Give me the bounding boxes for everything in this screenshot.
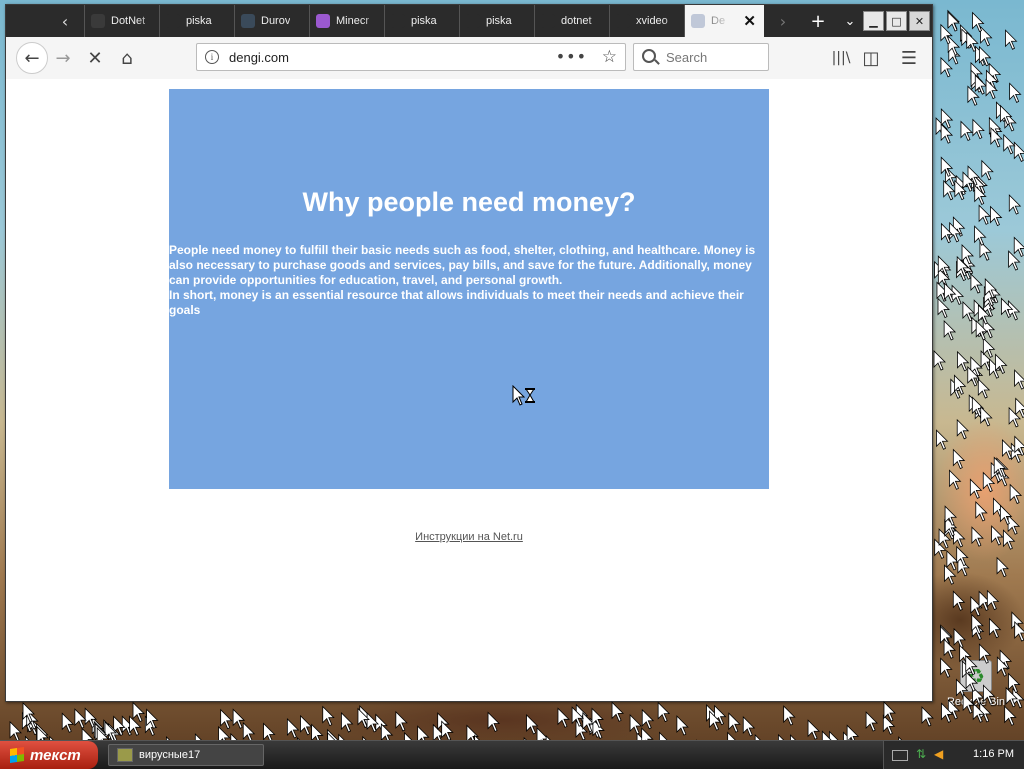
browser-tab[interactable]: dotnet <box>534 5 609 37</box>
windows-logo-icon <box>10 747 24 763</box>
tab-title: piska <box>486 15 512 27</box>
minimize-button[interactable]: ▁ <box>863 11 884 31</box>
close-icon: ✕ <box>914 14 925 28</box>
tab-strip: DotNet piska Durov Minecr piska piska dotnet xv… <box>84 5 764 37</box>
tab-favicon-icon <box>166 14 180 28</box>
navigation-toolbar: ← → ✕ ⌂ i dengi.com ••• ☆ Search |||\ ◫ … <box>6 37 932 80</box>
new-tab-button[interactable]: + <box>802 5 834 37</box>
address-bar[interactable]: i dengi.com ••• ☆ <box>196 43 626 71</box>
tab-bar-spacer <box>6 5 46 37</box>
minimize-icon: ▁ <box>869 14 878 28</box>
plus-icon: + <box>810 10 826 32</box>
library-icon: |||\ <box>831 50 851 66</box>
home-button[interactable]: ⌂ <box>114 45 140 71</box>
hero-panel: Why people need money? People need money… <box>169 89 769 489</box>
taskbar: текст вирусные17 ⇅ ◀ 1:16 PM <box>0 740 1024 769</box>
tab-favicon-icon <box>316 14 330 28</box>
back-button[interactable]: ← <box>16 42 48 74</box>
hero-text: People need money to fulfill their basic… <box>169 243 765 318</box>
window-controls: ▁ □ ✕ <box>863 11 930 31</box>
sidebar-toggle-button[interactable]: ◫ <box>858 45 884 71</box>
tab-favicon-icon <box>541 14 555 28</box>
browser-tab[interactable]: piska <box>159 5 234 37</box>
tab-title: piska <box>411 15 437 27</box>
tab-scroll-left-button[interactable]: ‹ <box>46 5 84 37</box>
page-heading: Why people need money? <box>302 187 636 217</box>
search-icon <box>642 49 656 63</box>
stop-loading-button[interactable]: ✕ <box>82 45 108 71</box>
start-button[interactable]: текст <box>0 741 98 769</box>
tab-favicon-icon <box>691 14 705 28</box>
home-icon: ⌂ <box>121 47 133 69</box>
browser-tab[interactable]: xvideo <box>609 5 684 37</box>
arrow-right-icon: → <box>55 47 71 69</box>
taskbar-window-button[interactable]: вирусные17 <box>108 744 264 766</box>
close-window-button[interactable]: ✕ <box>909 11 930 31</box>
chevron-down-icon: ⌄ <box>844 13 856 29</box>
tab-title: Durov <box>261 15 291 27</box>
browser-tab[interactable]: Minecr <box>309 5 384 37</box>
page-content: Why people need money? People need money… <box>6 79 932 701</box>
recycle-bin-icon: ♻ <box>960 660 992 692</box>
browser-tab[interactable]: DotNet <box>84 5 159 37</box>
browser-tab[interactable]: De✕ <box>684 5 764 37</box>
chevron-left-icon: ‹ <box>61 11 69 31</box>
url-text[interactable]: dengi.com <box>229 50 289 65</box>
system-tray: ⇅ ◀ 1:16 PM <box>883 741 1024 769</box>
maximize-button[interactable]: □ <box>886 11 907 31</box>
instructions-link[interactable]: Инструкции на Net.ru <box>6 531 932 543</box>
browser-tab[interactable]: piska <box>384 5 459 37</box>
tab-favicon-icon <box>391 14 405 28</box>
tab-title: piska <box>186 15 212 27</box>
bookmark-star-icon[interactable]: ☆ <box>602 47 617 67</box>
browser-tab[interactable]: piska <box>459 5 534 37</box>
chevron-right-icon: › <box>779 11 787 31</box>
search-box[interactable]: Search <box>633 43 769 71</box>
clock: 1:16 PM <box>973 748 1014 760</box>
volume-icon[interactable]: ◀ <box>934 747 943 761</box>
forward-button[interactable]: → <box>50 45 76 71</box>
start-label: текст <box>30 746 81 764</box>
tab-favicon-icon <box>616 14 630 28</box>
page-actions-button[interactable]: ••• <box>556 47 587 66</box>
tab-favicon-icon <box>241 14 255 28</box>
search-placeholder: Search <box>666 50 708 65</box>
sidebar-icon: ◫ <box>862 47 880 69</box>
network-icon[interactable]: ⇅ <box>916 747 926 761</box>
tab-list-button[interactable]: ⌄ <box>834 5 866 37</box>
library-button[interactable]: |||\ <box>828 45 854 71</box>
tab-favicon-icon <box>466 14 480 28</box>
tab-favicon-icon <box>91 14 105 28</box>
keyboard-icon[interactable] <box>892 750 908 761</box>
maximize-icon: □ <box>891 14 902 28</box>
tab-scroll-right-button[interactable]: › <box>764 5 802 37</box>
taskbar-window-label: вирусные17 <box>139 749 201 761</box>
arrow-left-icon: ← <box>24 47 40 69</box>
hamburger-menu-icon: ☰ <box>900 47 918 69</box>
stop-icon: ✕ <box>87 47 103 69</box>
folder-icon <box>117 748 133 762</box>
recycle-bin-label: Recycle Bin <box>946 696 1006 708</box>
paragraph-summary: In short, money is an essential resource… <box>169 288 744 317</box>
tab-bar: ‹ DotNet piska Durov Minecr piska piska dotnet… <box>6 5 932 37</box>
menu-button[interactable]: ☰ <box>896 45 922 71</box>
paragraph-needs: People need money to fulfill their basic… <box>169 243 756 287</box>
browser-tab[interactable]: Durov <box>234 5 309 37</box>
browser-window: ‹ DotNet piska Durov Minecr piska piska dotnet… <box>5 4 933 702</box>
recycle-bin-shortcut[interactable]: ♻ Recycle Bin <box>940 660 1012 708</box>
busy-cursor-icon <box>512 385 535 406</box>
close-tab-icon[interactable]: ✕ <box>743 12 756 30</box>
site-info-icon[interactable]: i <box>205 50 219 64</box>
